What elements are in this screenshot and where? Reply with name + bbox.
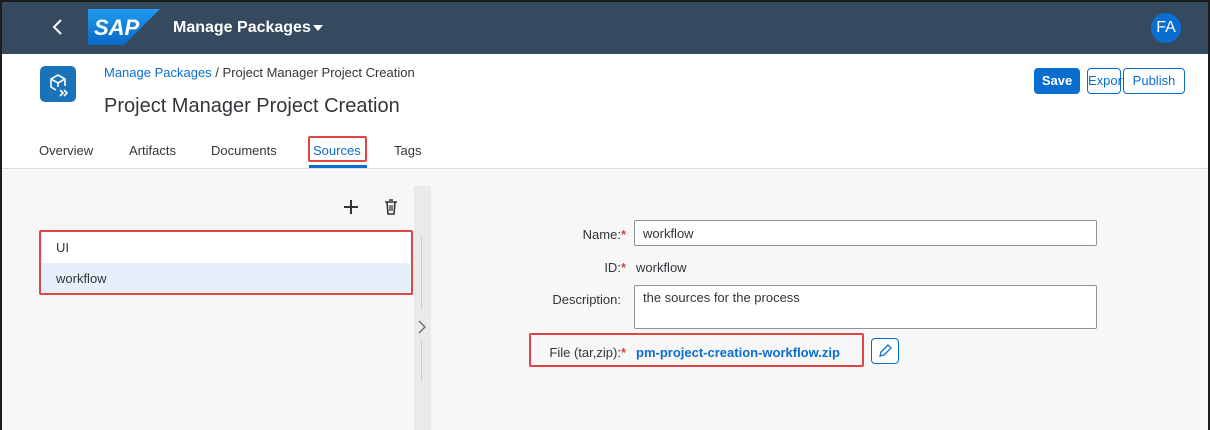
package-icon <box>40 66 76 102</box>
description-label: Description: <box>552 292 621 307</box>
sap-logo: SAP <box>88 9 160 45</box>
sources-list-pane: UI workflow <box>2 170 414 430</box>
required-marker: * <box>620 227 626 242</box>
shell-bar: SAP Manage Packages FA <box>2 2 1208 54</box>
name-input[interactable] <box>634 220 1097 246</box>
save-button[interactable]: Save <box>1034 68 1080 94</box>
highlight-box-source-list <box>39 230 413 295</box>
delete-icon[interactable] <box>379 195 403 219</box>
export-label: Export <box>1088 73 1126 88</box>
id-value: workflow <box>636 260 687 275</box>
tab-overview[interactable]: Overview <box>39 143 93 158</box>
export-button[interactable]: Export <box>1087 68 1126 94</box>
back-icon[interactable] <box>46 15 70 39</box>
tab-artifacts[interactable]: Artifacts <box>129 143 176 158</box>
edit-file-button[interactable] <box>871 338 899 364</box>
splitter-line-top <box>421 237 422 309</box>
user-avatar[interactable]: FA <box>1151 13 1181 43</box>
highlight-box-sources-tab <box>308 136 367 162</box>
pencil-icon <box>879 344 892 357</box>
description-textarea[interactable]: the sources for the process <box>634 285 1097 329</box>
id-label: ID:* <box>604 260 626 275</box>
required-marker: * <box>620 260 626 275</box>
object-header: Manage Packages / Project Manager Projec… <box>2 54 1208 169</box>
pane-splitter[interactable] <box>414 186 431 430</box>
breadcrumb-separator: / <box>211 65 223 80</box>
splitter-line-bottom <box>421 341 422 381</box>
breadcrumb-link-manage-packages[interactable]: Manage Packages <box>104 65 212 80</box>
name-label: Name:* <box>582 227 626 242</box>
app-title[interactable]: Manage Packages <box>173 19 311 37</box>
selected-tab-indicator <box>309 165 367 168</box>
chevron-right-icon[interactable] <box>417 319 427 335</box>
highlight-box-file <box>529 333 864 367</box>
svg-text:SAP: SAP <box>94 15 140 40</box>
breadcrumb: Manage Packages / Project Manager Projec… <box>104 65 415 80</box>
breadcrumb-current: Project Manager Project Creation <box>222 65 415 80</box>
publish-button[interactable]: Publish <box>1123 68 1185 94</box>
caret-down-icon[interactable] <box>312 22 324 34</box>
content-area: UI workflow Name:* ID:* workflow Descrip… <box>2 170 1208 430</box>
page-title: Project Manager Project Creation <box>104 95 400 117</box>
tab-tags[interactable]: Tags <box>394 143 421 158</box>
tab-documents[interactable]: Documents <box>211 143 277 158</box>
add-icon[interactable] <box>339 195 363 219</box>
